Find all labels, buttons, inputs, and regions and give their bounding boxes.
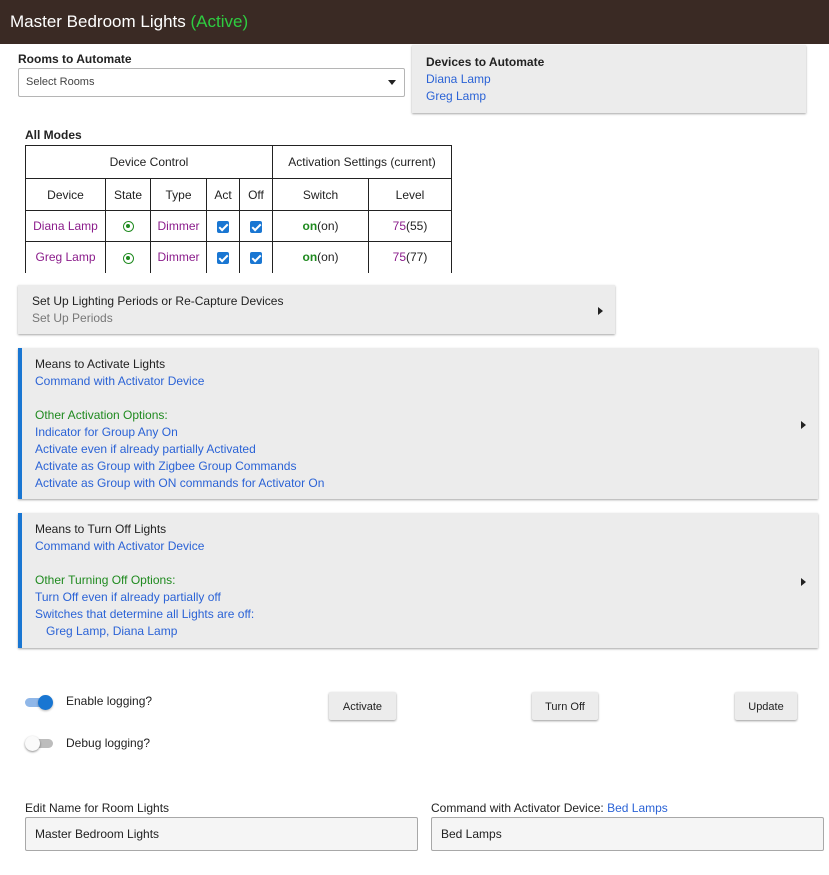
switches-value: Greg Lamp, Diana Lamp [46,624,178,638]
col-act: Act [206,178,240,211]
expand-arrow-icon [598,307,603,315]
rooms-select[interactable]: Select Rooms [18,68,405,97]
devices-card-title: Devices to Automate [426,55,545,69]
enable-logging-label: Enable logging? [66,694,153,708]
activator-field-label: Command with Activator Device: Bed Lamps [431,801,668,815]
activate-button[interactable]: Activate [329,692,396,720]
turn-off-lights-panel[interactable]: Means to Turn Off Lights Command with Ac… [18,513,818,648]
switch-on: on [302,219,318,233]
table-row: Diana Lamp Dimmer on(on) 75(55) [25,210,452,242]
device-link-diana[interactable]: Diana Lamp [426,71,806,88]
row-type-link[interactable]: Dimmer [150,210,207,242]
switch-current: (on) [317,219,339,233]
page-title: Master Bedroom Lights [10,12,186,31]
periods-subtitle: Set Up Periods [32,311,113,325]
row-device-link[interactable]: Greg Lamp [25,241,106,273]
col-type: Type [150,178,207,211]
activate-options-label: Other Activation Options: [35,408,168,422]
turnoff-title: Means to Turn Off Lights [35,522,167,536]
app-header: Master Bedroom Lights (Active) [0,0,829,44]
activator-device-input[interactable]: Bed Lamps [431,817,824,851]
activate-title: Means to Activate Lights [35,357,166,371]
name-field-label: Edit Name for Room Lights [25,801,170,815]
state-on-icon [105,210,151,242]
switch-on: on [302,250,318,265]
switch-current: (on) [317,250,339,265]
update-button[interactable]: Update [735,692,797,720]
turn-off-button[interactable]: Turn Off [532,692,598,720]
row-device-link[interactable]: Diana Lamp [25,210,106,242]
switches-label: Switches that determine all Lights are o… [35,607,255,621]
turnoff-options-label: Other Turning Off Options: [35,573,176,587]
status-badge: (Active) [190,12,249,31]
activate-option: Activate as Group with Zigbee Group Comm… [35,459,297,473]
rooms-label: Rooms to Automate [18,52,132,66]
periods-title: Set Up Lighting Periods or Re-Capture De… [32,294,284,308]
col-level: Level [368,178,452,211]
table-row: Greg Lamp Dimmer on(on) 75(77) [25,241,452,273]
lighting-periods-panel[interactable]: Set Up Lighting Periods or Re-Capture De… [18,285,615,334]
activation-settings-header: Activation Settings (current) [272,145,452,179]
activate-lights-panel[interactable]: Means to Activate Lights Command with Ac… [18,348,818,499]
caret-down-icon [388,80,396,85]
activator-label-text: Command with Activator Device: [431,801,604,815]
level-current: (77) [406,250,428,265]
debug-logging-label: Debug logging? [66,736,151,750]
level-current: (55) [406,219,428,233]
off-checkbox[interactable] [239,210,273,242]
activator-label-link[interactable]: Bed Lamps [607,801,668,815]
off-checkbox[interactable] [239,241,273,273]
state-on-icon [105,241,151,273]
col-device: Device [25,178,106,211]
row-type-link[interactable]: Dimmer [150,241,207,273]
level-value: 75 [392,219,406,233]
rooms-select-placeholder: Select Rooms [26,76,95,88]
activate-option: Activate even if already partially Activ… [35,442,256,456]
col-switch: Switch [272,178,369,211]
row-switch[interactable]: on(on) [272,241,369,273]
expand-arrow-icon [801,578,806,586]
row-switch[interactable]: on(on) [272,210,369,242]
row-level[interactable]: 75(77) [368,241,452,273]
room-name-input[interactable]: Master Bedroom Lights [25,817,418,851]
modes-label: All Modes [25,128,82,142]
col-state: State [105,178,151,211]
devices-card: Devices to Automate Diana Lamp Greg Lamp [412,45,806,113]
device-control-header: Device Control [25,145,273,179]
device-link-greg[interactable]: Greg Lamp [426,88,806,105]
activate-option: Activate as Group with ON commands for A… [35,476,325,490]
enable-logging-toggle[interactable] [25,695,53,710]
act-checkbox[interactable] [206,241,240,273]
col-off: Off [239,178,273,211]
turnoff-option: Turn Off even if already partially off [35,590,221,604]
expand-arrow-icon [801,421,806,429]
row-level[interactable]: 75(55) [368,210,452,242]
act-checkbox[interactable] [206,210,240,242]
turnoff-method: Command with Activator Device [35,539,205,553]
device-control-table: Device Control Activation Settings (curr… [25,145,452,273]
activate-method: Command with Activator Device [35,374,205,388]
level-value: 75 [392,250,406,265]
debug-logging-toggle[interactable] [25,736,53,751]
activate-option: Indicator for Group Any On [35,425,178,439]
